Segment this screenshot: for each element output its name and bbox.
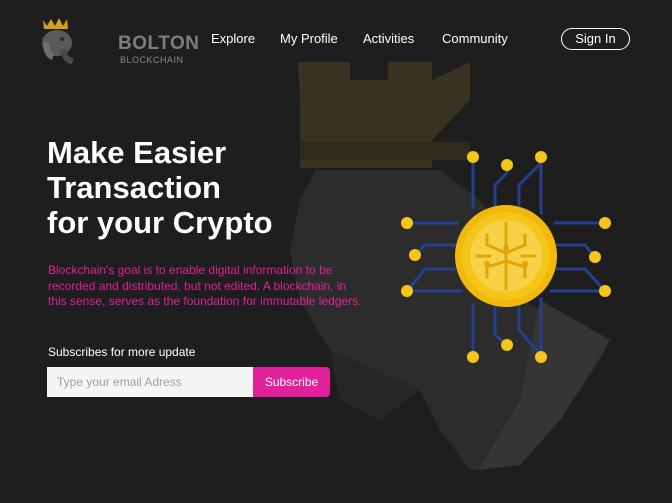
email-input[interactable]	[47, 367, 253, 397]
hero-title-line: Transaction	[47, 170, 221, 205]
nav-explore[interactable]: Explore	[211, 31, 255, 46]
nav-community[interactable]: Community	[442, 31, 508, 46]
logo-name: BOLTON	[118, 33, 200, 54]
hero-title-line: for your Crypto	[47, 205, 273, 240]
crypto-coin-icon	[401, 151, 611, 363]
nav-activities[interactable]: Activities	[363, 31, 414, 46]
sign-in-button[interactable]: Sign In	[561, 28, 630, 50]
elephant-logo-icon	[42, 18, 74, 64]
hero-title: Make Easier Transaction for your Crypto	[47, 135, 347, 240]
logo[interactable]: BOLTON BLOCKCHAIN	[40, 14, 199, 66]
subscribe-button[interactable]: Subscribe	[253, 367, 330, 397]
site-header: BOLTON BLOCKCHAIN Explore My Profile Act…	[0, 0, 672, 80]
hero-title-line: Make Easier	[47, 135, 227, 170]
hero-description: Blockchain's goal is to enable digital i…	[48, 263, 362, 308]
subscribe-label: Subscribes for more update	[48, 345, 196, 359]
crown-icon	[43, 18, 68, 29]
nav-my-profile[interactable]: My Profile	[280, 31, 338, 46]
logo-subtitle: BLOCKCHAIN	[120, 55, 184, 65]
